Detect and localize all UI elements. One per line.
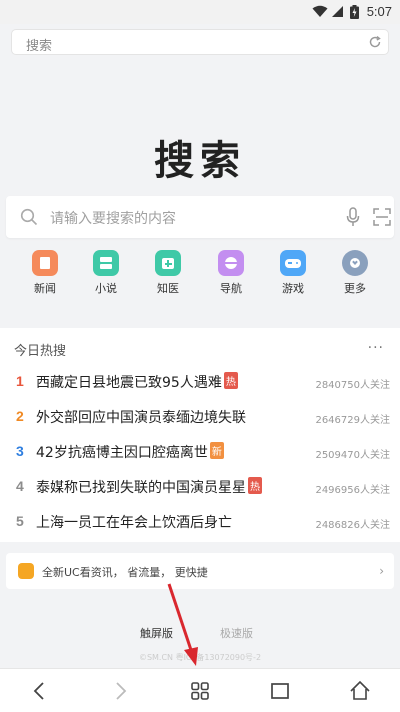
hot-item[interactable]: 1 西藏定日县地震已致95人遇难热 2840750人关注 xyxy=(0,366,400,400)
navigation-icon xyxy=(218,250,244,276)
hot-search-card: 今日热搜 ··· 1 西藏定日县地震已致95人遇难热 2840750人关注 2 … xyxy=(0,328,400,542)
refresh-icon[interactable] xyxy=(368,35,382,49)
shortcut-label: 更多 xyxy=(344,282,366,295)
uc-promo-banner[interactable]: 全新UC看资讯， 省流量， 更快捷 › xyxy=(6,553,394,589)
book-icon xyxy=(93,250,119,276)
hot-title: 泰媒称已找到失联的中国演员星星 xyxy=(36,480,246,496)
hot-count: 2840750人关注 xyxy=(315,380,390,391)
fast-version-link[interactable]: 极速版 xyxy=(220,625,253,641)
shortcut-label: 知医 xyxy=(157,282,179,295)
chevron-right-icon: › xyxy=(379,564,384,578)
banner-text: 全新UC看资讯， 省流量， 更快捷 xyxy=(42,566,208,579)
shortcut-news[interactable]: 新闻 xyxy=(15,250,75,296)
new-tag: 新 xyxy=(209,442,224,459)
hot-title: 42岁抗癌博主因口腔癌离世 xyxy=(36,445,208,461)
hot-title: 西藏定日县地震已致95人遇难 xyxy=(36,375,222,391)
medical-icon xyxy=(155,250,181,276)
back-icon[interactable] xyxy=(26,677,54,705)
shortcut-grid: 新闻 小说 知医 导航 游戏 更多 xyxy=(0,250,400,310)
hot-rank: 1 xyxy=(16,373,24,389)
hot-tag: 热 xyxy=(248,477,262,494)
scan-icon[interactable] xyxy=(373,208,391,226)
top-search-placeholder: 搜索 xyxy=(26,39,53,54)
hot-rank: 3 xyxy=(16,443,24,459)
home-icon[interactable] xyxy=(346,677,374,705)
microphone-icon[interactable] xyxy=(346,207,360,227)
hot-count: 2509470人关注 xyxy=(315,450,390,461)
hot-item[interactable]: 4 泰媒称已找到失联的中国演员星星热 2496956人关注 xyxy=(0,471,400,505)
hot-count: 2646729人关注 xyxy=(315,415,390,426)
top-bar: 搜索 xyxy=(0,24,400,60)
uc-logo-icon xyxy=(18,563,34,579)
hot-item[interactable]: 3 42岁抗癌博主因口腔癌离世新 2509470人关注 xyxy=(0,436,400,470)
hot-title: 上海一员工在年会上饮酒后身亡 xyxy=(36,515,232,531)
battery-icon xyxy=(350,5,359,19)
hot-rank: 4 xyxy=(16,478,24,494)
more-icon xyxy=(342,250,368,276)
hot-title: 外交部回应中国演员泰缅边境失联 xyxy=(36,410,246,426)
shortcut-games[interactable]: 游戏 xyxy=(263,250,323,296)
hot-title-line: 42岁抗癌博主因口腔癌离世新 xyxy=(36,442,224,462)
news-icon xyxy=(32,250,58,276)
shortcut-novel[interactable]: 小说 xyxy=(76,250,136,296)
menu-grid-icon[interactable] xyxy=(186,677,214,705)
hot-count: 2486826人关注 xyxy=(315,520,390,531)
tabs-icon[interactable] xyxy=(266,677,294,705)
main-search-input[interactable]: 请输入要搜索的内容 xyxy=(6,196,394,238)
hot-count: 2496956人关注 xyxy=(315,485,390,496)
version-switch: 触屏版 极速版 xyxy=(0,625,400,641)
shortcut-medical[interactable]: 知医 xyxy=(138,250,198,296)
hot-search-heading: 今日热搜 xyxy=(14,344,67,359)
shortcut-label: 新闻 xyxy=(34,282,56,295)
gamepad-icon xyxy=(280,250,306,276)
signal-icon xyxy=(332,6,343,17)
forward-icon[interactable] xyxy=(106,677,134,705)
more-options-icon[interactable]: ··· xyxy=(368,340,384,356)
hot-title-line: 上海一员工在年会上饮酒后身亡 xyxy=(36,512,232,532)
shortcut-more[interactable]: 更多 xyxy=(325,250,385,296)
hot-item[interactable]: 5 上海一员工在年会上饮酒后身亡 2486826人关注 xyxy=(0,506,400,540)
main-search-placeholder: 请输入要搜索的内容 xyxy=(50,211,176,227)
shortcut-label: 导航 xyxy=(220,282,242,295)
hot-title-line: 泰媒称已找到失联的中国演员星星热 xyxy=(36,477,262,497)
hot-rank: 5 xyxy=(16,513,24,529)
wifi-icon xyxy=(312,5,328,17)
shortcut-label: 游戏 xyxy=(282,282,304,295)
bottom-nav xyxy=(0,668,400,712)
shortcut-label: 小说 xyxy=(95,282,117,295)
hot-title-line: 西藏定日县地震已致95人遇难热 xyxy=(36,372,238,392)
shortcut-navigation[interactable]: 导航 xyxy=(201,250,261,296)
search-icon xyxy=(20,208,38,226)
icp-footer: ©SM.CN 粤ICP备13072090号-2 xyxy=(138,653,262,662)
touch-version-link[interactable]: 触屏版 xyxy=(140,625,173,641)
top-search-input[interactable]: 搜索 xyxy=(11,29,389,55)
hot-title-line: 外交部回应中国演员泰缅边境失联 xyxy=(36,407,246,427)
clock: 5:07 xyxy=(366,4,392,19)
status-bar: 5:07 xyxy=(0,0,400,24)
hot-rank: 2 xyxy=(16,408,24,424)
page-title: 搜索 xyxy=(154,138,246,184)
hot-tag: 热 xyxy=(223,372,238,389)
hot-item[interactable]: 2 外交部回应中国演员泰缅边境失联 2646729人关注 xyxy=(0,401,400,435)
